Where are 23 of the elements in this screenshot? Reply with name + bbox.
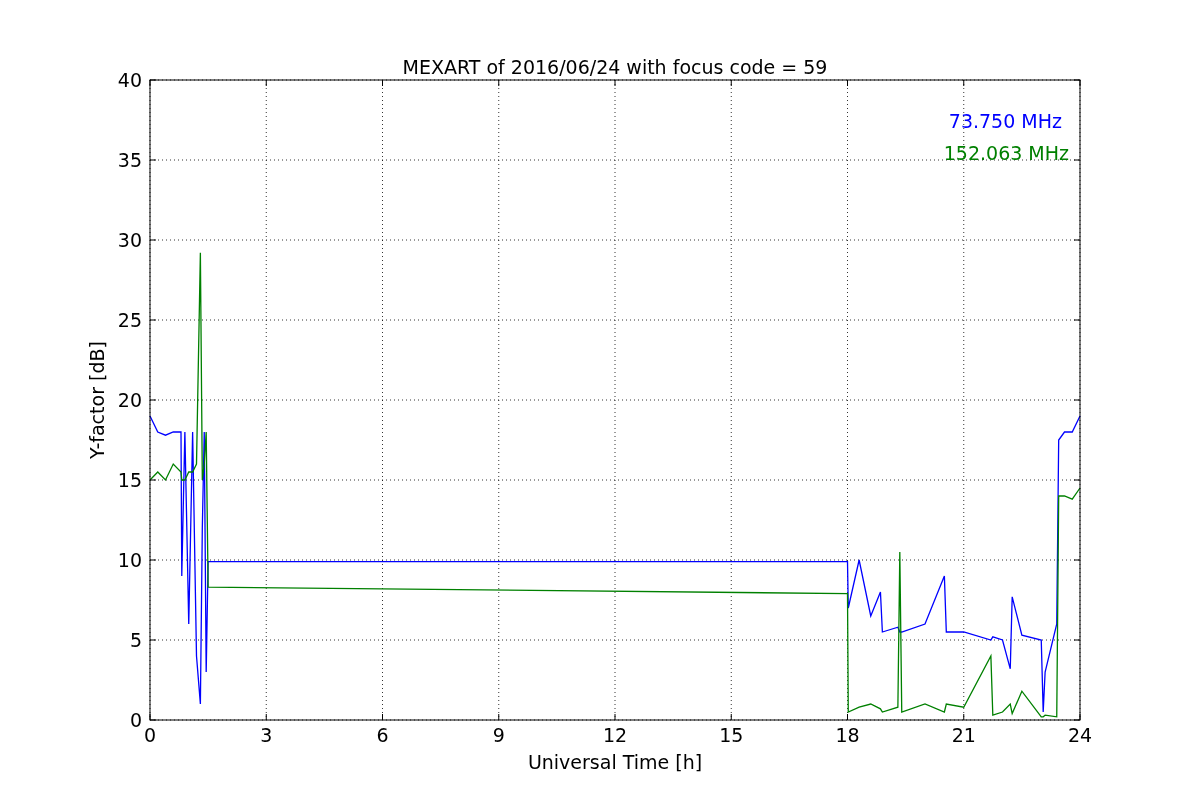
tick-label: 30: [117, 229, 142, 251]
tick-label: 15: [117, 469, 142, 491]
tick-label: 0: [129, 709, 142, 731]
tick-label: 15: [719, 724, 744, 746]
x-axis-label: Universal Time [h]: [527, 751, 703, 773]
tick-label: 20: [117, 389, 142, 411]
tick-label: 18: [835, 724, 860, 746]
tick-label: 10: [117, 549, 142, 571]
tick-label: 3: [260, 724, 273, 746]
chart-title: MEXART of 2016/06/24 with focus code = 59: [402, 56, 828, 78]
tick-label: 21: [951, 724, 976, 746]
tick-label: 9: [492, 724, 505, 746]
legend-label: 152.063 MHz: [943, 142, 1069, 164]
tick-label: 12: [602, 724, 628, 746]
tick-label: 24: [1067, 724, 1093, 746]
y-axis-label: Y-factor [dB]: [86, 341, 108, 459]
tick-label: 6: [376, 724, 389, 746]
tick-label: 40: [117, 69, 142, 91]
legend-label: 73.750 MHz: [948, 110, 1062, 132]
tick-label: 0: [143, 724, 157, 746]
tick-label: 25: [117, 309, 142, 331]
tick-label: 35: [117, 149, 142, 171]
tick-label: 5: [129, 629, 142, 651]
